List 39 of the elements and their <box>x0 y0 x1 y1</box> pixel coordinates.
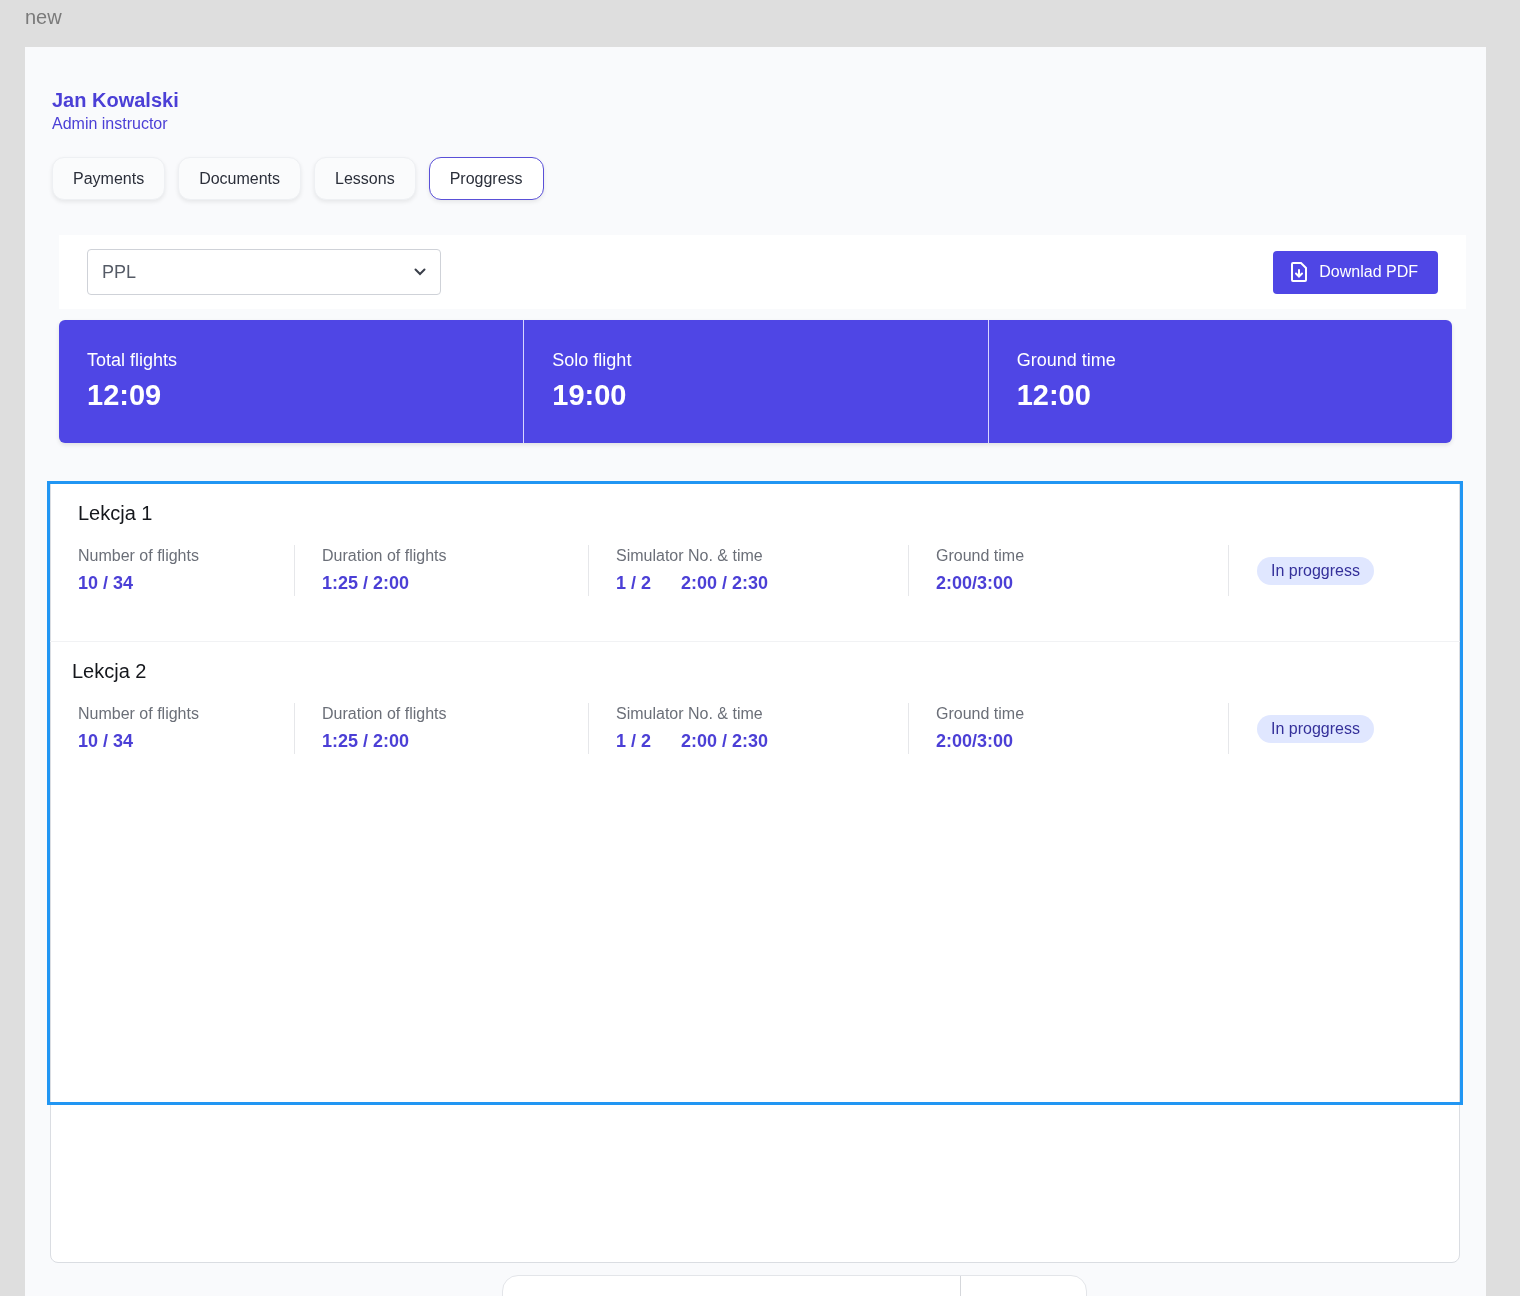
stat-label: Total flights <box>87 350 179 371</box>
metric-value: 10 / 34 <box>78 573 134 594</box>
metric-value: 10 / 34 <box>78 731 134 752</box>
stat-value: 12:00 <box>1016 379 1092 412</box>
stat-label: Ground time <box>1016 350 1117 371</box>
chevron-down-icon <box>414 268 426 276</box>
course-select[interactable]: PPL <box>87 249 441 295</box>
metric-label: Ground time <box>936 705 1026 723</box>
tab[interactable]: Documents <box>178 157 302 200</box>
metric-value: 1:25 / 2:00 <box>322 573 410 594</box>
frame-label: new <box>25 6 63 30</box>
tab[interactable]: Payments <box>52 157 166 200</box>
metric-label: Duration of flights <box>322 705 448 723</box>
download-pdf-button[interactable]: Downlad PDF <box>1273 250 1438 294</box>
metric-value: 1:25 / 2:00 <box>322 731 410 752</box>
status-badge: In proggress <box>1257 556 1374 585</box>
metric-value: 2:00/3:00 <box>936 573 1014 594</box>
tab[interactable]: Lessons <box>314 157 416 200</box>
metric-label: Number of flights <box>78 705 200 723</box>
user-role: Admin instructor <box>52 115 169 133</box>
metric-label: Ground time <box>936 547 1026 565</box>
metric-value: 2:00 / 2:30 <box>681 573 769 594</box>
tab[interactable]: Proggress <box>428 157 544 200</box>
stat-label: Solo flight <box>552 350 633 371</box>
stat-value: 19:00 <box>552 379 628 412</box>
user-name: Jan Kowalski <box>52 89 180 112</box>
metric-label: Simulator No. & time <box>616 547 764 565</box>
file-download-icon <box>1291 262 1308 282</box>
metric-value: 1 / 2 <box>616 573 652 594</box>
status-badge: In proggress <box>1257 714 1374 743</box>
lesson-title: Lekcja 2 <box>72 660 148 683</box>
metric-label: Duration of flights <box>322 547 448 565</box>
metric-value: 2:00/3:00 <box>936 731 1014 752</box>
metric-label: Number of flights <box>78 547 200 565</box>
stat-value: 12:09 <box>87 379 163 412</box>
lesson-title: Lekcja 1 <box>78 502 154 525</box>
metric-value: 1 / 2 <box>616 731 652 752</box>
metric-value: 2:00 / 2:30 <box>681 731 769 752</box>
metric-label: Simulator No. & time <box>616 705 764 723</box>
